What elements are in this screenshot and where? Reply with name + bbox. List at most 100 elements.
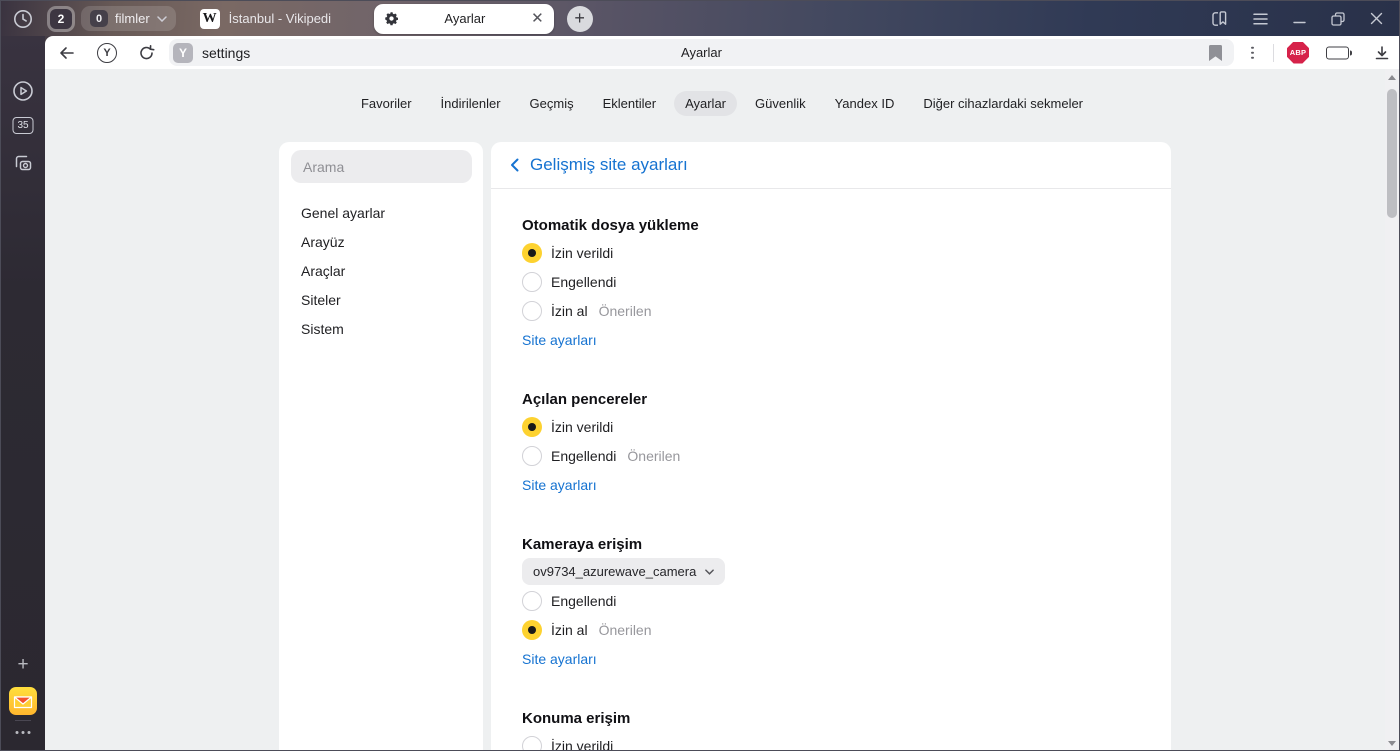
close-window-button[interactable] [1370, 12, 1383, 25]
camera-device-select[interactable]: ov9734_azurewave_camera [522, 558, 726, 585]
browser-menu-button[interactable] [1253, 12, 1268, 25]
nav-tab-diger-cihazlar[interactable]: Diğer cihazlardaki sekmeler [912, 91, 1094, 116]
section-title-location: Konuma erişim [522, 710, 631, 727]
add-widget-button[interactable]: + [17, 654, 28, 676]
minimize-button[interactable] [1293, 12, 1306, 25]
radio-option-row[interactable]: İzin verildi [522, 238, 1171, 267]
page-title: Ayarlar [681, 45, 722, 60]
restore-button[interactable] [1331, 11, 1345, 26]
toolbar-divider [1273, 43, 1274, 62]
screenshot-button[interactable] [12, 152, 34, 174]
side-panel-button[interactable] [1210, 10, 1228, 28]
option-label: Engellendi [551, 447, 617, 464]
battery-icon [1326, 46, 1352, 59]
search-input[interactable] [303, 158, 460, 175]
all-tabs-button[interactable]: 35 [12, 117, 34, 134]
nav-tab-guvenlik[interactable]: Güvenlik [744, 91, 817, 116]
radio-option-row[interactable]: Engellendi Önerilen [522, 441, 1171, 470]
yandex-home-button[interactable]: Y [97, 42, 117, 63]
nav-tab-eklentiler[interactable]: Eklentiler [592, 91, 667, 116]
nav-tab-favoriler[interactable]: Favoriler [350, 91, 423, 116]
site-settings-link[interactable]: Site ayarları [522, 477, 597, 493]
nav-tab-gecmis[interactable]: Geçmiş [519, 91, 585, 116]
tab-group-count-badge: 2 [50, 8, 72, 29]
battery-saver-button[interactable] [1326, 46, 1352, 59]
video-player-button[interactable] [11, 79, 35, 103]
radio-option-row[interactable]: İzin verildi [522, 412, 1171, 441]
sidebar-item-genel-ayarlar[interactable]: Genel ayarlar [279, 198, 483, 227]
toolbar: Y Y settings Ayarlar ABP [45, 36, 1399, 69]
downloads-button[interactable] [1374, 45, 1390, 61]
panel-header-back[interactable]: Gelişmiş site ayarları [491, 142, 1171, 189]
page-scrollbar[interactable] [1385, 69, 1399, 750]
sidebar-item-araclar[interactable]: Araçlar [279, 256, 483, 285]
history-button[interactable] [1, 8, 45, 30]
bookmark-panel-icon [1212, 10, 1227, 26]
reload-button[interactable] [138, 44, 155, 61]
tab-settings-active[interactable]: Ayarlar ✕ [373, 3, 554, 34]
sidebar-item-sistem[interactable]: Sistem [279, 314, 483, 343]
option-label: İzin verildi [551, 244, 614, 261]
site-settings-link[interactable]: Site ayarları [522, 332, 597, 348]
bookmark-button[interactable] [1209, 44, 1222, 61]
reload-icon [140, 44, 155, 59]
address-bar[interactable]: Y settings Ayarlar [169, 39, 1234, 66]
site-favicon: Y [173, 42, 193, 63]
scroll-up-icon[interactable] [1388, 75, 1396, 80]
radio-selected-icon[interactable] [522, 416, 542, 437]
scrollbar-thumb[interactable] [1387, 89, 1397, 218]
adblock-extension-button[interactable]: ABP [1287, 41, 1309, 64]
nav-tab-indirilenler[interactable]: İndirilenler [430, 91, 512, 116]
back-button[interactable] [58, 44, 75, 61]
close-icon [1370, 12, 1383, 25]
left-rail: 35 + [1, 36, 45, 750]
sidebar-item-siteler[interactable]: Siteler [279, 285, 483, 314]
download-icon [1375, 45, 1389, 59]
chevron-left-icon [511, 158, 519, 172]
rail-more-button[interactable] [15, 731, 31, 734]
pinned-count-badge: 0 [90, 10, 108, 27]
option-label: Engellendi [551, 592, 617, 609]
mail-icon [9, 687, 37, 715]
radio-icon[interactable] [522, 271, 542, 292]
pinned-group-label: filmler [115, 11, 150, 26]
settings-nav-tabs: Favoriler İndirilenler Geçmiş Eklentiler… [45, 69, 1399, 116]
option-label: İzin al [551, 621, 588, 638]
radio-icon[interactable] [522, 300, 542, 321]
recommended-badge: Önerilen [598, 621, 652, 638]
radio-selected-icon[interactable] [522, 242, 542, 263]
url-text: settings [202, 44, 251, 61]
new-tab-button[interactable]: + [566, 5, 593, 32]
pinned-tabs-group[interactable]: 0 filmler [81, 6, 176, 31]
panel-title: Gelişmiş site ayarları [530, 155, 688, 174]
tab-group-button[interactable]: 2 [47, 5, 75, 32]
address-menu-button[interactable] [1251, 46, 1254, 59]
hamburger-icon [1253, 12, 1268, 25]
radio-option-row[interactable]: Engellendi [522, 586, 1171, 615]
camera-device-value: ov9734_azurewave_camera [533, 564, 697, 579]
radio-icon[interactable] [522, 590, 542, 611]
radio-option-row[interactable]: İzin verildi [522, 731, 1171, 750]
settings-search[interactable] [291, 150, 472, 183]
radio-option-row[interactable]: İzin al Önerilen [522, 296, 1171, 325]
chevron-down-icon [705, 568, 715, 575]
gear-icon [384, 12, 398, 26]
scroll-down-icon[interactable] [1388, 741, 1396, 746]
settings-page: Favoriler İndirilenler Geçmiş Eklentiler… [45, 69, 1399, 750]
mail-app-button[interactable] [9, 687, 37, 715]
site-settings-link[interactable]: Site ayarları [522, 651, 597, 667]
nav-tab-ayarlar-active[interactable]: Ayarlar [674, 91, 738, 116]
close-tab-icon[interactable]: ✕ [531, 11, 544, 26]
radio-option-row[interactable]: Engellendi [522, 267, 1171, 296]
play-circle-icon [13, 81, 33, 101]
radio-option-row[interactable]: İzin al Önerilen [522, 615, 1171, 644]
nav-tab-yandex-id[interactable]: Yandex ID [824, 91, 906, 116]
browser-window: 2 0 filmler W İstanbul - Vikipedi Ayarla… [0, 0, 1400, 751]
sidebar-item-arayuz[interactable]: Arayüz [279, 227, 483, 256]
radio-icon[interactable] [522, 445, 542, 466]
radio-icon[interactable] [522, 735, 542, 750]
rail-divider [15, 720, 31, 721]
tab-wikipedia[interactable]: W İstanbul - Vikipedi [199, 8, 358, 29]
radio-selected-icon[interactable] [522, 619, 542, 640]
restore-icon [1331, 11, 1345, 26]
